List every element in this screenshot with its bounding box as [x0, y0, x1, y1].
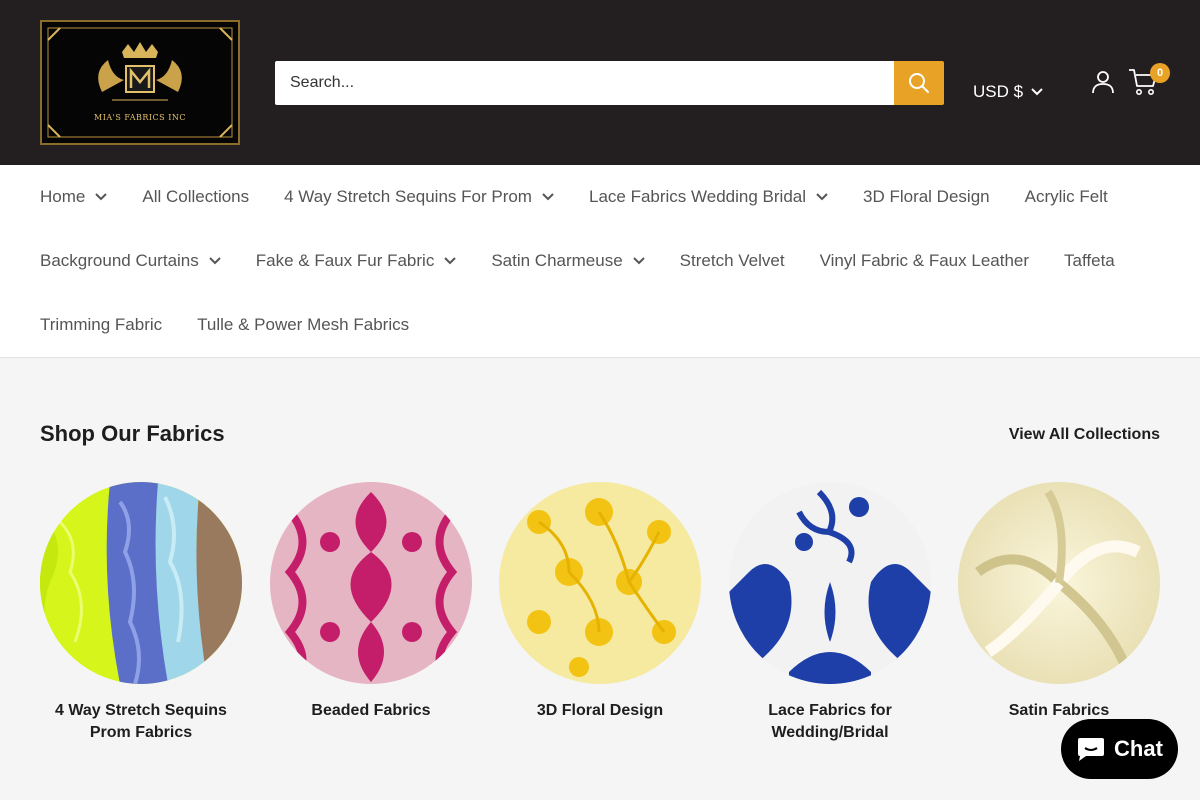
lace-fabric-image — [729, 482, 931, 684]
logo-graphic — [42, 22, 238, 143]
nav-item-label: Vinyl Fabric & Faux Leather — [819, 251, 1030, 270]
view-all-collections-link[interactable]: View All Collections — [1009, 426, 1160, 444]
section-title: Shop Our Fabrics — [40, 421, 225, 446]
collection-card-satin[interactable]: Satin Fabrics — [958, 482, 1160, 722]
nav-item-label: 3D Floral Design — [863, 187, 990, 206]
search-bar — [275, 61, 944, 105]
nav-item-label: Acrylic Felt — [1024, 187, 1108, 206]
nav-item-all-collections[interactable]: All Collections — [142, 187, 249, 207]
beaded-fabric-image — [270, 482, 472, 684]
nav-item-home[interactable]: Home — [40, 187, 108, 207]
nav-item-label: Tulle & Power Mesh Fabrics — [197, 315, 410, 334]
nav-row: Background Curtains Fake & Faux Fur Fabr… — [40, 249, 1150, 273]
nav-item-3d-floral[interactable]: 3D Floral Design — [863, 187, 990, 207]
floral-fabric-image — [499, 482, 701, 684]
nav-item-label: Background Curtains — [40, 251, 199, 270]
nav-item-trimming-fabric[interactable]: Trimming Fabric — [40, 315, 162, 335]
collection-label: 4 Way Stretch Sequins Prom Fabrics — [55, 702, 227, 741]
nav-item-lace-fabrics[interactable]: Lace Fabrics Wedding Bridal — [589, 187, 828, 207]
chevron-down-icon — [1031, 88, 1043, 96]
nav-item-satin-charmeuse[interactable]: Satin Charmeuse — [491, 251, 645, 271]
chevron-down-icon — [542, 193, 554, 201]
collection-card-beaded[interactable]: Beaded Fabrics — [270, 482, 472, 722]
search-button[interactable] — [894, 61, 944, 105]
logo-text: MIA'S FABRICS INC — [94, 113, 186, 122]
collection-card-lace[interactable]: Lace Fabrics for Wedding/Bridal — [729, 482, 931, 744]
main-navigation: Home All Collections 4 Way Stretch Sequi… — [0, 165, 1200, 358]
currency-label: USD $ — [973, 82, 1024, 101]
satin-fabric-image — [958, 482, 1160, 684]
cart-count-badge: 0 — [1150, 63, 1170, 83]
collection-label: Lace Fabrics for Wedding/Bridal — [768, 702, 892, 741]
nav-item-background-curtains[interactable]: Background Curtains — [40, 251, 221, 271]
nav-item-label: 4 Way Stretch Sequins For Prom — [284, 187, 532, 206]
nav-item-label: Satin Charmeuse — [491, 251, 623, 270]
chevron-down-icon — [95, 193, 108, 201]
chat-bubble-icon — [1078, 738, 1105, 761]
chat-label: Chat — [1114, 736, 1163, 761]
nav-row: Trimming Fabric Tulle & Power Mesh Fabri… — [40, 313, 444, 337]
nav-item-taffeta[interactable]: Taffeta — [1064, 251, 1115, 271]
user-icon — [1092, 71, 1114, 94]
nav-item-stretch-sequins[interactable]: 4 Way Stretch Sequins For Prom — [284, 187, 554, 207]
sequins-fabric-image — [40, 482, 242, 684]
nav-row: Home All Collections 4 Way Stretch Sequi… — [40, 185, 1143, 209]
chevron-down-icon — [209, 257, 221, 265]
collection-label: Beaded Fabrics — [311, 702, 431, 719]
currency-selector[interactable]: USD $ — [973, 82, 1043, 102]
search-icon — [909, 73, 929, 93]
site-header: MIA'S FABRICS INC USD $ 0 — [0, 0, 1200, 165]
nav-item-label: Lace Fabrics Wedding Bridal — [588, 187, 806, 206]
collection-label: 3D Floral Design — [536, 702, 664, 719]
store-logo[interactable]: MIA'S FABRICS INC — [40, 20, 240, 145]
nav-item-acrylic-felt[interactable]: Acrylic Felt — [1025, 187, 1108, 207]
collection-card-stretch-sequins[interactable]: 4 Way Stretch Sequins Prom Fabrics — [40, 482, 242, 744]
nav-item-label: All Collections — [142, 187, 250, 206]
nav-item-label: Fake & Faux Fur Fabric — [255, 251, 435, 270]
chevron-down-icon — [816, 193, 828, 201]
collection-card-3d-floral[interactable]: 3D Floral Design — [499, 482, 701, 722]
account-link[interactable] — [1091, 70, 1115, 99]
nav-item-label: Taffeta — [1064, 251, 1115, 270]
chevron-down-icon — [632, 257, 645, 265]
nav-item-stretch-velvet[interactable]: Stretch Velvet — [680, 251, 785, 271]
nav-item-label: Stretch Velvet — [679, 251, 785, 270]
chat-button[interactable]: Chat — [1061, 719, 1178, 779]
nav-item-label: Home — [40, 187, 86, 206]
search-input[interactable] — [275, 61, 894, 105]
nav-item-faux-fur[interactable]: Fake & Faux Fur Fabric — [256, 251, 457, 271]
chevron-down-icon — [444, 257, 457, 265]
nav-item-vinyl-fabric[interactable]: Vinyl Fabric & Faux Leather — [820, 251, 1029, 271]
nav-item-tulle-power-mesh[interactable]: Tulle & Power Mesh Fabrics — [197, 315, 409, 335]
nav-item-label: Trimming Fabric — [40, 315, 163, 334]
